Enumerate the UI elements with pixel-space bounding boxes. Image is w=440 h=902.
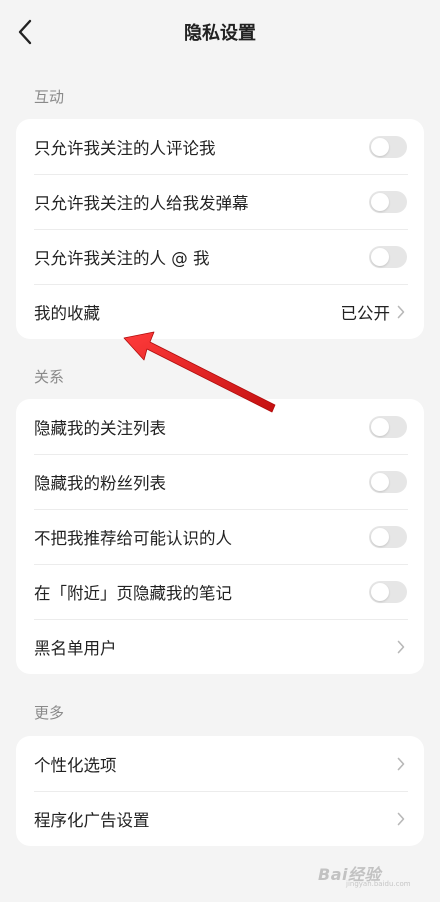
chevron-right-icon <box>394 811 408 827</box>
toggle-knob <box>371 247 389 266</box>
chevron-right-icon <box>394 639 408 655</box>
chevron-right-icon <box>394 304 408 320</box>
row-label: 程序化广告设置 <box>34 810 150 830</box>
section-label-relations: 关系 <box>34 368 65 386</box>
row-label: 我的收藏 <box>34 303 100 323</box>
toggle-knob <box>371 417 389 436</box>
favorites-status: 已公开 <box>340 303 391 323</box>
toggle-switch[interactable] <box>369 580 407 603</box>
row-danmaku-permission[interactable]: 只允许我关注的人给我发弹幕 <box>16 174 424 229</box>
card-more: 个性化选项 程序化广告设置 <box>16 736 424 846</box>
toggle-knob <box>371 137 389 156</box>
toggle-switch[interactable] <box>369 470 407 493</box>
row-hide-following[interactable]: 隐藏我的关注列表 <box>16 399 424 454</box>
row-no-recommend[interactable]: 不把我推荐给可能认识的人 <box>16 509 424 564</box>
toggle-switch[interactable] <box>369 415 407 438</box>
card-interaction: 只允许我关注的人评论我 只允许我关注的人给我发弹幕 只允许我关注的人 @ 我 我… <box>16 119 424 339</box>
row-personalization[interactable]: 个性化选项 <box>16 736 424 791</box>
toggle-knob <box>371 582 389 601</box>
row-label: 个性化选项 <box>34 755 117 775</box>
row-label: 只允许我关注的人评论我 <box>34 138 216 158</box>
toggle-switch[interactable] <box>369 525 407 548</box>
toggle-switch[interactable] <box>369 190 407 213</box>
watermark-url: jingyan.baidu.com <box>346 880 411 888</box>
watermark: Bai经验 jingyan.baidu.com <box>318 858 418 888</box>
row-label: 隐藏我的粉丝列表 <box>34 473 166 493</box>
section-label-more: 更多 <box>34 704 65 722</box>
row-label: 只允许我关注的人给我发弹幕 <box>34 193 249 213</box>
section-label-interaction: 互动 <box>34 88 65 106</box>
toggle-switch[interactable] <box>369 245 407 268</box>
header: 隐私设置 <box>0 0 440 64</box>
row-label: 黑名单用户 <box>34 638 117 658</box>
row-label: 不把我推荐给可能认识的人 <box>34 528 232 548</box>
row-comment-permission[interactable]: 只允许我关注的人评论我 <box>16 119 424 174</box>
row-hide-followers[interactable]: 隐藏我的粉丝列表 <box>16 454 424 509</box>
row-label: 在「附近」页隐藏我的笔记 <box>34 583 232 603</box>
row-ad-settings[interactable]: 程序化广告设置 <box>16 791 424 846</box>
row-my-favorites[interactable]: 我的收藏 已公开 <box>16 284 424 339</box>
toggle-knob <box>371 472 389 491</box>
toggle-knob <box>371 527 389 546</box>
row-blacklist[interactable]: 黑名单用户 <box>16 619 424 674</box>
card-relations: 隐藏我的关注列表 隐藏我的粉丝列表 不把我推荐给可能认识的人 在「附近」页隐藏我… <box>16 399 424 674</box>
chevron-right-icon <box>394 756 408 772</box>
row-label: 只允许我关注的人 @ 我 <box>34 248 210 268</box>
row-hide-nearby-notes[interactable]: 在「附近」页隐藏我的笔记 <box>16 564 424 619</box>
row-mention-permission[interactable]: 只允许我关注的人 @ 我 <box>16 229 424 284</box>
toggle-knob <box>371 192 389 211</box>
page-title: 隐私设置 <box>184 23 256 44</box>
toggle-switch[interactable] <box>369 135 407 158</box>
row-label: 隐藏我的关注列表 <box>34 418 166 438</box>
